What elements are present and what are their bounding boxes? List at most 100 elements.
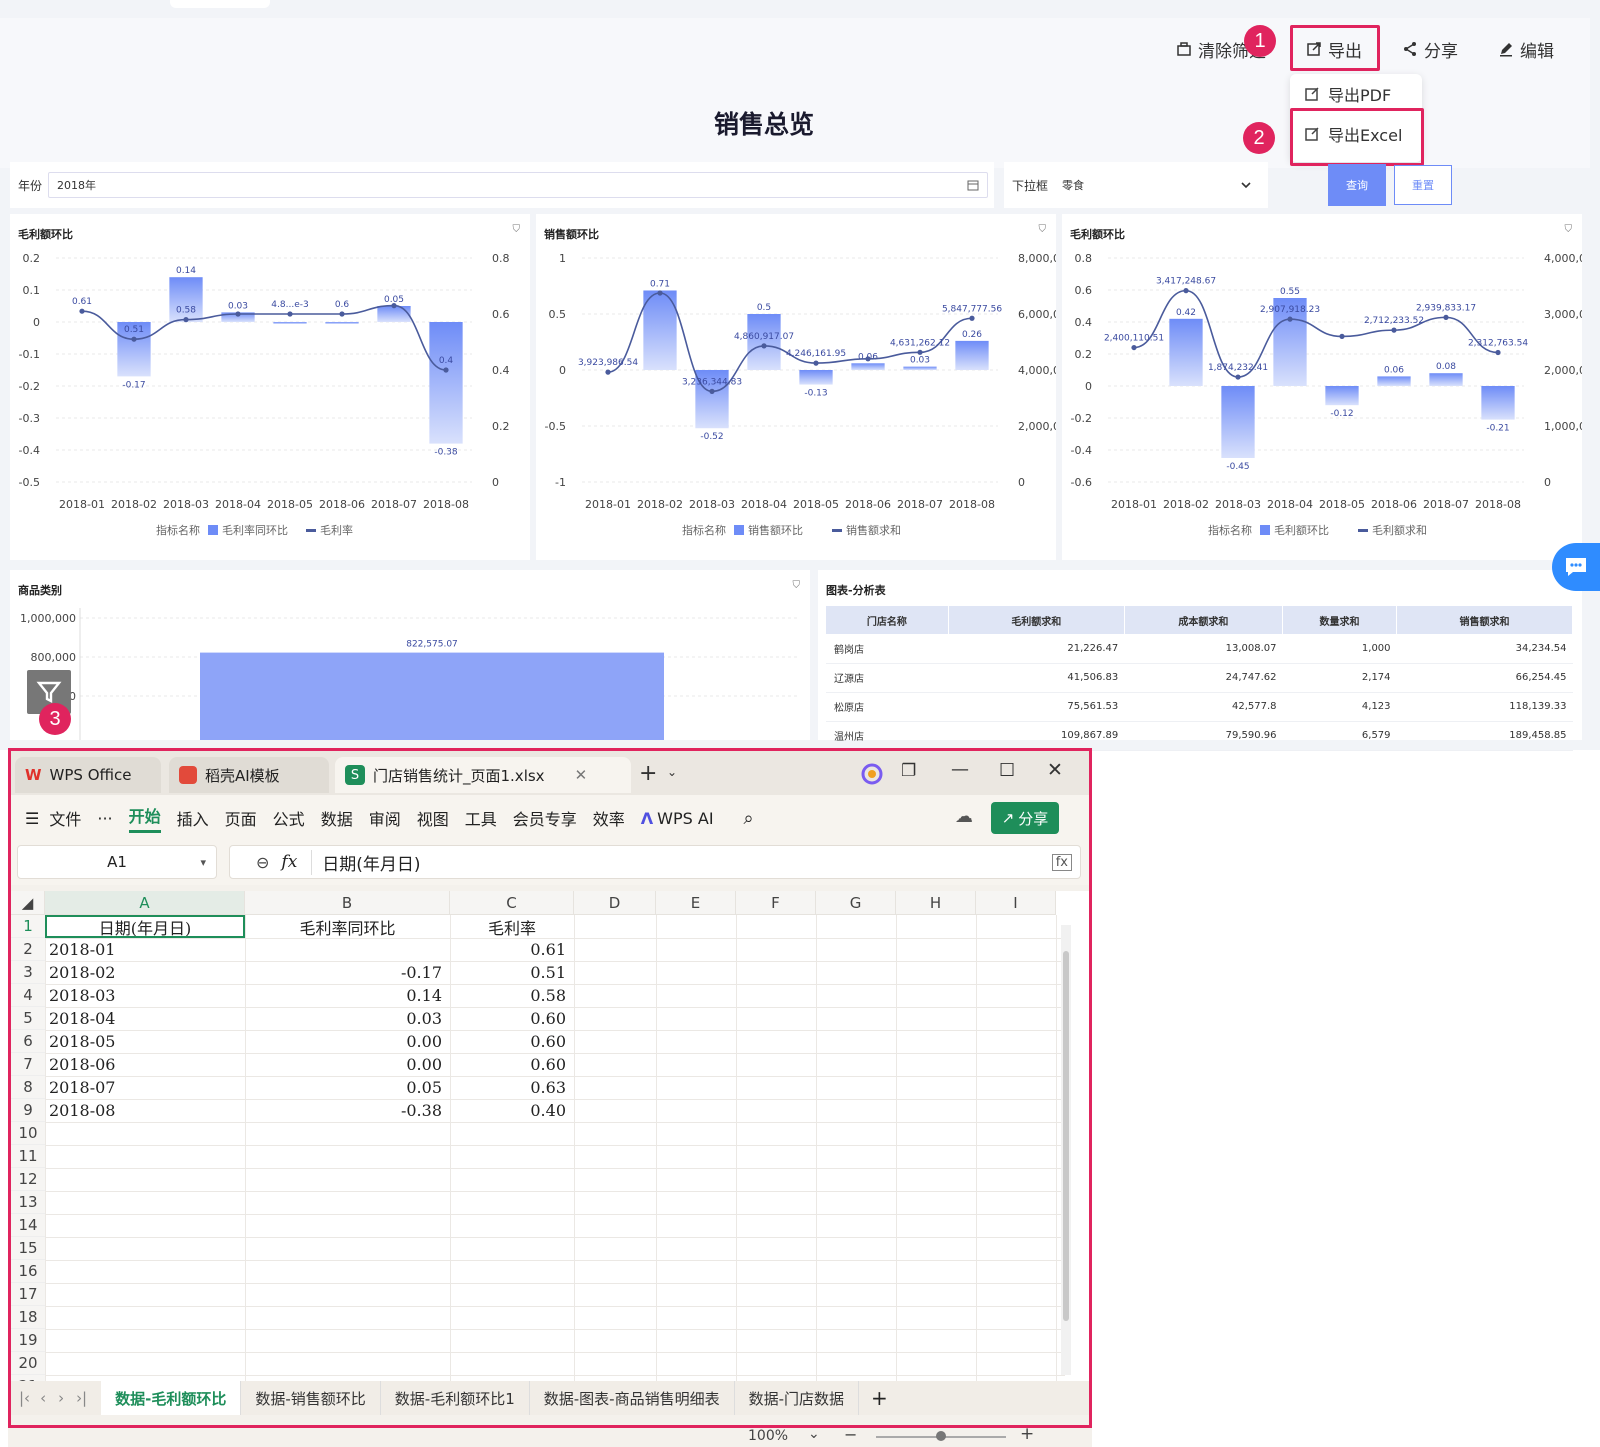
share-button-wps[interactable]: ↗ 分享 xyxy=(991,802,1059,834)
ribbon-insert[interactable]: 插入 xyxy=(177,806,209,830)
row-header[interactable]: 18 xyxy=(11,1306,45,1329)
zoom-search-icon[interactable]: ⊖ xyxy=(256,853,269,872)
date-cell[interactable]: 2018-02 xyxy=(49,961,237,984)
date-cell[interactable]: 2018-06 xyxy=(49,1053,237,1076)
value-cell[interactable]: 0.40 xyxy=(454,1099,566,1122)
ribbon-efficiency[interactable]: 效率 xyxy=(593,806,625,830)
column-header-g[interactable]: G xyxy=(816,891,896,915)
row-header[interactable]: 2 xyxy=(11,938,45,961)
table-column-header[interactable]: 毛利额求和 xyxy=(948,606,1125,634)
tab-xlsx-file[interactable]: S 门店销售统计_页面1.xlsx ✕ xyxy=(335,757,631,793)
ribbon-review[interactable]: 审阅 xyxy=(369,806,401,830)
value-cell[interactable]: 0.51 xyxy=(454,961,566,984)
ribbon-more[interactable]: ··· xyxy=(97,809,112,828)
spreadsheet-grid[interactable]: ◢ A B C D E F G H I 1 2 3 4 5 6 7 8 9 10 11 12 13 14 15 16 17 18 19 2… xyxy=(11,891,1089,1399)
ribbon-file[interactable]: 文件 xyxy=(49,806,81,830)
close-window-icon[interactable]: ✕ xyxy=(1047,759,1063,781)
share-button[interactable]: 分享 xyxy=(1402,34,1458,64)
column-header-f[interactable]: F xyxy=(736,891,816,915)
column-header-e[interactable]: E xyxy=(656,891,736,915)
row-header[interactable]: 5 xyxy=(11,1007,45,1030)
fx-icon[interactable]: fx xyxy=(281,852,297,872)
tab-list-chevron-icon[interactable]: ⌄ xyxy=(667,765,677,779)
sheet-tab[interactable]: 数据-销售额环比 xyxy=(241,1381,381,1415)
header-cell[interactable]: 毛利率同环比 xyxy=(245,915,450,938)
vertical-scrollbar[interactable] xyxy=(1061,925,1071,1375)
tab-docer-ai[interactable]: 稻壳AI模板 xyxy=(169,757,329,793)
value-cell[interactable]: 0.03 xyxy=(249,1007,442,1030)
row-header[interactable]: 14 xyxy=(11,1214,45,1237)
top-tab[interactable] xyxy=(170,0,270,8)
value-cell[interactable]: 0.14 xyxy=(249,984,442,1007)
sheet-tab[interactable]: 数据-毛利额环比1 xyxy=(381,1381,530,1415)
insert-function-icon[interactable]: fx xyxy=(1051,853,1072,871)
chart-filter-icon[interactable]: ⛉ xyxy=(1565,224,1573,235)
sheet-tab[interactable]: 数据-图表-商品销售明细表 xyxy=(530,1381,735,1415)
date-cell[interactable]: 2018-07 xyxy=(49,1076,237,1099)
search-icon[interactable]: ⌕ xyxy=(744,808,754,829)
ribbon-page[interactable]: 页面 xyxy=(225,806,257,830)
table-column-header[interactable]: 销售额求和 xyxy=(1396,606,1573,634)
row-header[interactable]: 7 xyxy=(11,1053,45,1076)
new-tab-icon[interactable]: + xyxy=(639,761,657,786)
table-column-header[interactable]: 门店名称 xyxy=(826,606,949,634)
table-column-header[interactable]: 数量求和 xyxy=(1282,606,1398,634)
row-header[interactable]: 11 xyxy=(11,1145,45,1168)
zoom-out-icon[interactable]: − xyxy=(844,1425,857,1444)
minimize-icon[interactable]: — xyxy=(951,759,969,780)
select-all-corner[interactable]: ◢ xyxy=(11,891,45,915)
ribbon-member[interactable]: 会员专享 xyxy=(513,806,577,830)
column-header-d[interactable]: D xyxy=(574,891,656,915)
row-header[interactable]: 16 xyxy=(11,1260,45,1283)
value-cell[interactable]: 0.60 xyxy=(454,1053,566,1076)
window-restore-icon[interactable]: ❐ xyxy=(901,761,916,781)
row-header[interactable]: 1 xyxy=(11,915,45,938)
value-cell[interactable]: 0.61 xyxy=(454,938,566,961)
row-header[interactable]: 17 xyxy=(11,1283,45,1306)
value-cell[interactable]: 0.63 xyxy=(454,1076,566,1099)
table-column-header[interactable]: 成本额求和 xyxy=(1124,606,1284,634)
row-header[interactable]: 19 xyxy=(11,1329,45,1352)
row-header[interactable]: 3 xyxy=(11,961,45,984)
value-cell[interactable]: 0.60 xyxy=(454,1030,566,1053)
value-cell[interactable]: 0.60 xyxy=(454,1007,566,1030)
zoom-slider-handle[interactable] xyxy=(936,1431,946,1441)
tab-wps-office[interactable]: W WPS Office xyxy=(15,757,161,793)
zoom-in-icon[interactable]: + xyxy=(1020,1424,1034,1444)
column-header-h[interactable]: H xyxy=(896,891,976,915)
zoom-level[interactable]: 100% xyxy=(748,1428,788,1444)
ribbon-view[interactable]: 视图 xyxy=(417,806,449,830)
ribbon-tools[interactable]: 工具 xyxy=(465,806,497,830)
value-cell[interactable]: 0.00 xyxy=(249,1053,442,1076)
chat-button[interactable] xyxy=(1552,543,1600,591)
row-header[interactable]: 15 xyxy=(11,1237,45,1260)
tab-close-icon[interactable]: ✕ xyxy=(575,766,588,784)
active-cell-border[interactable] xyxy=(45,915,245,938)
column-header-b[interactable]: B xyxy=(245,891,450,915)
row-header[interactable]: 12 xyxy=(11,1168,45,1191)
last-sheet-icon[interactable]: ›| xyxy=(76,1389,87,1407)
row-header[interactable]: 20 xyxy=(11,1352,45,1375)
maximize-icon[interactable]: ☐ xyxy=(999,760,1015,781)
date-cell[interactable]: 2018-03 xyxy=(49,984,237,1007)
reset-button[interactable]: 重置 xyxy=(1394,165,1452,205)
row-header[interactable]: 8 xyxy=(11,1076,45,1099)
date-cell[interactable]: 2018-01 xyxy=(49,938,237,961)
chart-filter-icon[interactable]: ⛉ xyxy=(513,224,521,235)
cloud-upload-icon[interactable]: ☁ xyxy=(955,806,973,827)
prev-sheet-icon[interactable]: ‹ xyxy=(40,1389,46,1407)
zoom-chevron-icon[interactable]: ⌄ xyxy=(808,1426,820,1442)
chart-filter-icon[interactable]: ⛉ xyxy=(1039,224,1047,235)
row-header[interactable]: 13 xyxy=(11,1191,45,1214)
row-header[interactable]: 9 xyxy=(11,1099,45,1122)
column-header-a[interactable]: A xyxy=(45,891,245,915)
wps-ai-orb-icon[interactable] xyxy=(861,763,883,785)
row-header[interactable]: 4 xyxy=(11,984,45,1007)
scrollbar-thumb[interactable] xyxy=(1063,951,1069,1321)
ribbon-data[interactable]: 数据 xyxy=(321,806,353,830)
formula-input[interactable]: ⊖ fx 日期(年月日) fx xyxy=(229,845,1081,879)
date-cell[interactable]: 2018-08 xyxy=(49,1099,237,1122)
value-cell[interactable]: -0.38 xyxy=(249,1099,442,1122)
date-cell[interactable]: 2018-04 xyxy=(49,1007,237,1030)
year-input[interactable]: 2018年 xyxy=(48,172,989,198)
